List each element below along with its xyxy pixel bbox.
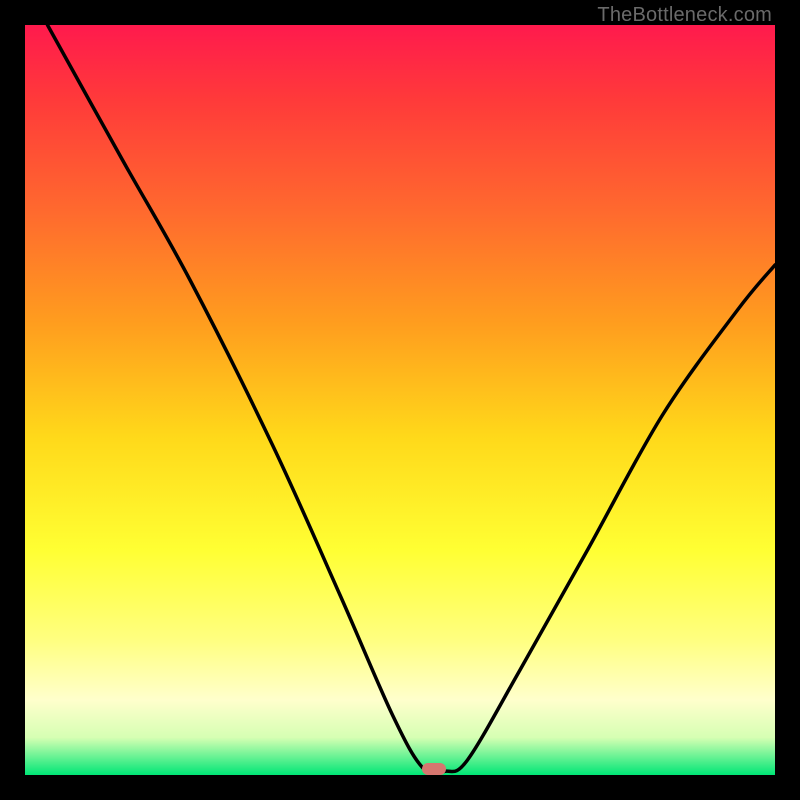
optimal-marker [422, 763, 446, 775]
plot-area [25, 25, 775, 775]
bottleneck-curve [25, 25, 775, 775]
chart-frame: TheBottleneck.com [0, 0, 800, 800]
watermark-text: TheBottleneck.com [597, 4, 772, 27]
